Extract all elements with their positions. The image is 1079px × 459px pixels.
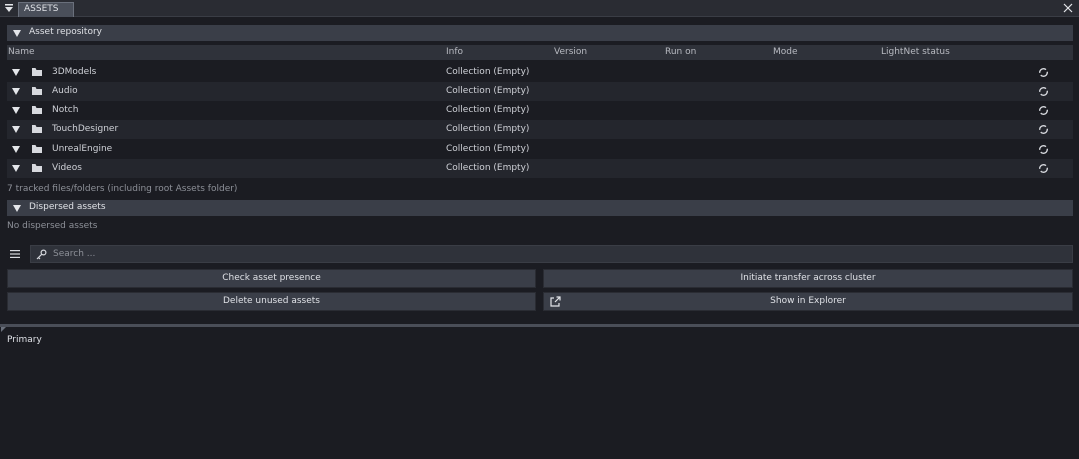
folder-icon bbox=[32, 125, 42, 133]
column-lightnet-status[interactable]: LightNet status bbox=[881, 47, 950, 57]
row-info: Collection (Empty) bbox=[446, 124, 530, 134]
row-name: Audio bbox=[52, 86, 78, 96]
folder-icon bbox=[32, 87, 42, 95]
dispersed-assets-title: Dispersed assets bbox=[29, 202, 106, 212]
row-info: Collection (Empty) bbox=[446, 163, 530, 173]
table-row[interactable]: Videos Collection (Empty) bbox=[7, 159, 1073, 178]
tracked-count-note: 7 tracked files/folders (including root … bbox=[7, 184, 238, 194]
row-info: Collection (Empty) bbox=[446, 86, 530, 96]
folder-icon bbox=[32, 145, 42, 153]
folder-icon bbox=[32, 164, 42, 172]
collapse-triangle-icon[interactable] bbox=[13, 30, 21, 37]
asset-repository-header[interactable]: Asset repository bbox=[7, 25, 1073, 41]
row-name: UnrealEngine bbox=[52, 144, 113, 154]
column-mode[interactable]: Mode bbox=[773, 47, 798, 57]
table-row[interactable]: Notch Collection (Empty) bbox=[7, 101, 1073, 120]
search-box[interactable] bbox=[30, 245, 1073, 263]
collapse-triangle-icon[interactable] bbox=[13, 205, 21, 212]
external-link-icon bbox=[550, 296, 561, 307]
row-name: 3DModels bbox=[52, 67, 97, 77]
primary-panel-title: Primary bbox=[7, 335, 42, 345]
column-name[interactable]: Name bbox=[8, 47, 35, 57]
table-row[interactable]: 3DModels Collection (Empty) bbox=[7, 63, 1073, 82]
sync-icon[interactable] bbox=[1038, 144, 1049, 155]
sync-icon[interactable] bbox=[1038, 105, 1049, 116]
search-bar bbox=[7, 245, 1073, 263]
expand-triangle-icon[interactable] bbox=[12, 107, 20, 114]
show-in-explorer-label: Show in Explorer bbox=[770, 296, 846, 306]
row-info: Collection (Empty) bbox=[446, 67, 530, 77]
row-name: Notch bbox=[52, 105, 79, 115]
expand-triangle-icon[interactable] bbox=[12, 146, 20, 153]
panel-menu-arrow-icon[interactable] bbox=[4, 3, 14, 13]
tab-assets[interactable]: ASSETS bbox=[18, 2, 74, 17]
row-name: Videos bbox=[52, 163, 82, 173]
check-asset-presence-button[interactable]: Check asset presence bbox=[7, 269, 536, 288]
sync-icon[interactable] bbox=[1038, 163, 1049, 174]
panel-corner-marker bbox=[1, 327, 6, 332]
row-name: TouchDesigner bbox=[52, 124, 119, 134]
row-info: Collection (Empty) bbox=[446, 105, 530, 115]
table-row[interactable]: UnrealEngine Collection (Empty) bbox=[7, 140, 1073, 159]
column-run-on[interactable]: Run on bbox=[665, 47, 696, 57]
repository-column-header: Name Info Version Run on Mode LightNet s… bbox=[7, 45, 1073, 60]
expand-triangle-icon[interactable] bbox=[12, 165, 20, 172]
sync-icon[interactable] bbox=[1038, 67, 1049, 78]
show-in-explorer-button[interactable]: Show in Explorer bbox=[543, 292, 1073, 311]
row-info: Collection (Empty) bbox=[446, 144, 530, 154]
column-version[interactable]: Version bbox=[554, 47, 587, 57]
key-icon bbox=[36, 249, 47, 260]
dispersed-assets-note: No dispersed assets bbox=[7, 221, 98, 231]
close-icon[interactable] bbox=[1063, 3, 1073, 13]
primary-panel: Primary bbox=[0, 327, 1079, 459]
folder-icon bbox=[32, 68, 42, 76]
asset-repository-title: Asset repository bbox=[29, 27, 102, 37]
expand-triangle-icon[interactable] bbox=[12, 88, 20, 95]
initiate-transfer-button[interactable]: Initiate transfer across cluster bbox=[543, 269, 1073, 288]
folder-icon bbox=[32, 106, 42, 114]
delete-unused-assets-button[interactable]: Delete unused assets bbox=[7, 292, 536, 311]
column-info[interactable]: Info bbox=[446, 47, 463, 57]
table-row[interactable]: TouchDesigner Collection (Empty) bbox=[7, 120, 1073, 139]
expand-triangle-icon[interactable] bbox=[12, 69, 20, 76]
table-row[interactable]: Audio Collection (Empty) bbox=[7, 82, 1073, 101]
hamburger-menu-icon[interactable] bbox=[10, 249, 20, 259]
dispersed-assets-header[interactable]: Dispersed assets bbox=[7, 200, 1073, 216]
search-input[interactable] bbox=[53, 247, 1053, 261]
sync-icon[interactable] bbox=[1038, 124, 1049, 135]
sync-icon[interactable] bbox=[1038, 86, 1049, 97]
tab-bar: ASSETS bbox=[0, 0, 1079, 17]
expand-triangle-icon[interactable] bbox=[12, 126, 20, 133]
